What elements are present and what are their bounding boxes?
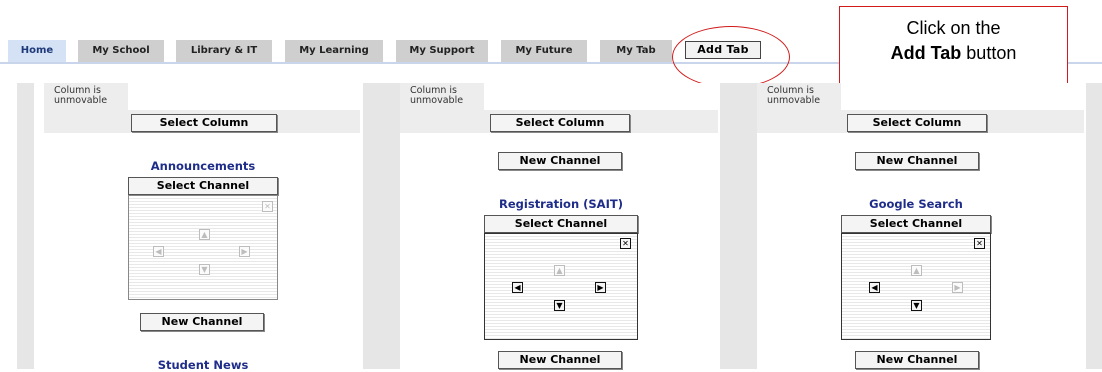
move-right-icon[interactable]: ▶ (239, 246, 250, 257)
move-down-icon[interactable]: ▼ (911, 300, 922, 311)
select-channel-button[interactable]: Select Channel (484, 215, 638, 233)
tab-library-it[interactable]: Library & IT (176, 40, 272, 62)
column-2: Column is unmovable Select Column New Ch… (400, 83, 720, 369)
tab-my-future[interactable]: My Future (501, 40, 587, 62)
column-gutter (720, 83, 757, 369)
unmovable-label: Column is unmovable (757, 83, 841, 110)
tab-my-learning[interactable]: My Learning (285, 40, 383, 62)
channel-box: ✕ ▲ ◀ ▶ ▼ (841, 233, 991, 340)
new-channel-button[interactable]: New Channel (855, 152, 979, 170)
close-icon[interactable]: ✕ (262, 201, 273, 212)
move-up-icon[interactable]: ▲ (554, 265, 565, 276)
move-up-icon[interactable]: ▲ (911, 265, 922, 276)
channel-box: ✕ ▲ ◀ ▶ ▼ (484, 233, 638, 340)
right-margin (1086, 83, 1102, 369)
select-channel-button[interactable]: Select Channel (128, 177, 278, 195)
new-channel-button[interactable]: New Channel (140, 313, 264, 331)
close-icon[interactable]: ✕ (974, 238, 985, 249)
select-channel-button[interactable]: Select Channel (841, 215, 991, 233)
channel-box: ✕ ▲ ◀ ▶ ▼ (128, 195, 278, 300)
move-left-icon[interactable]: ◀ (153, 246, 164, 257)
column-3: Column is unmovable Select Column New Ch… (757, 83, 1086, 369)
select-column-button[interactable]: Select Column (490, 114, 630, 132)
highlight-ellipse (672, 26, 790, 88)
callout-rest: button (961, 43, 1017, 63)
tab-my-tab[interactable]: My Tab (600, 40, 672, 62)
move-down-icon[interactable]: ▼ (199, 264, 210, 275)
select-column-button[interactable]: Select Column (847, 114, 987, 132)
column-1: Column is unmovable Select Column Announ… (44, 83, 363, 372)
callout-line1: Click on the (906, 18, 1001, 38)
move-left-icon[interactable]: ◀ (512, 282, 523, 293)
column-header: Column is unmovable Select Column (44, 83, 363, 133)
left-margin (17, 83, 34, 369)
column-gutter (363, 83, 400, 369)
select-column-button[interactable]: Select Column (131, 114, 277, 132)
new-channel-button[interactable]: New Channel (498, 152, 622, 170)
tab-home[interactable]: Home (8, 40, 66, 62)
move-down-icon[interactable]: ▼ (554, 300, 565, 311)
tab-my-support[interactable]: My Support (396, 40, 488, 62)
unmovable-label: Column is unmovable (44, 83, 128, 110)
channel-title-google-search: Google Search (869, 197, 963, 211)
column-header: Column is unmovable Select Column (400, 83, 720, 133)
move-right-icon[interactable]: ▶ (952, 282, 963, 293)
callout-line2: Add Tab button (840, 41, 1067, 66)
tab-my-school[interactable]: My School (78, 40, 164, 62)
column-header: Column is unmovable Select Column (757, 83, 1086, 133)
new-channel-button[interactable]: New Channel (855, 351, 979, 369)
channel-title-student-news: Student News (157, 358, 249, 372)
close-icon[interactable]: ✕ (620, 238, 631, 249)
instruction-callout: Click on the Add Tab button (839, 6, 1068, 84)
channel-title-announcements: Announcements (150, 159, 256, 173)
channel-title-registration: Registration (SAIT) (499, 197, 623, 211)
new-channel-button[interactable]: New Channel (498, 351, 622, 369)
unmovable-label: Column is unmovable (400, 83, 484, 110)
move-up-icon[interactable]: ▲ (199, 229, 210, 240)
callout-bold: Add Tab (890, 43, 962, 63)
move-right-icon[interactable]: ▶ (595, 282, 606, 293)
move-left-icon[interactable]: ◀ (869, 282, 880, 293)
